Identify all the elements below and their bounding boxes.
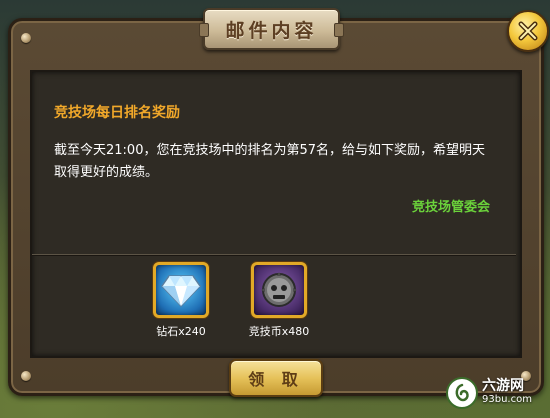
reward-frame <box>251 262 307 318</box>
dialog-title: 邮件内容 <box>225 19 318 42</box>
mail-body: 截至今天21:00，您在竞技场中的排名为第57名，给与如下奖励，希望明天取得更好… <box>54 143 486 180</box>
rivet-decoration <box>21 371 31 381</box>
reward-item-diamond[interactable]: 钻石x240 <box>146 262 216 339</box>
reward-label: 钻石x240 <box>156 325 206 338</box>
reward-item-arena-coin[interactable]: 竞技币x480 <box>244 262 314 339</box>
reward-label: 竞技币x480 <box>248 325 310 338</box>
title-plate-tab <box>199 23 209 37</box>
reward-frame <box>153 262 209 318</box>
close-icon <box>518 21 538 41</box>
title-plate-tab <box>334 23 344 37</box>
site-logo-icon <box>446 377 478 409</box>
mail-title: 竞技场每日排名奖励 <box>54 105 180 121</box>
rivet-decoration <box>21 33 31 43</box>
claim-button-label: 领 取 <box>248 370 304 389</box>
watermark-url: 93bu.com <box>482 394 532 405</box>
divider <box>32 254 516 255</box>
site-watermark: 六游网 93bu.com <box>446 372 546 414</box>
arena-coin-icon <box>261 272 297 307</box>
claim-button[interactable]: 领 取 <box>229 359 323 397</box>
close-button[interactable] <box>507 10 549 52</box>
diamond-icon <box>161 275 201 308</box>
dialog-title-plate: 邮件内容 <box>199 8 344 50</box>
watermark-name: 六游网 <box>482 378 524 394</box>
mail-sender: 竞技场管委会 <box>411 200 490 215</box>
